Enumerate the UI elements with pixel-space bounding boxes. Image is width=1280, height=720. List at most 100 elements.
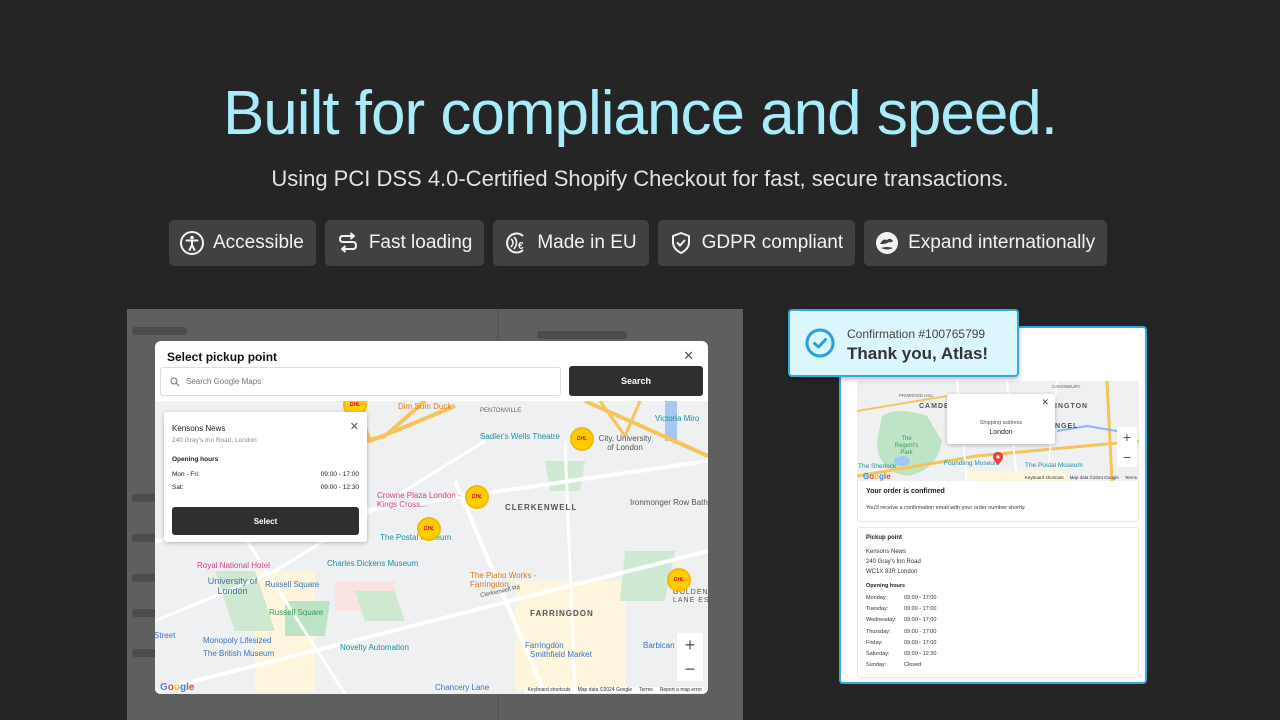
badge-label: Expand internationally xyxy=(908,232,1096,253)
badge-gdpr: GDPR compliant xyxy=(657,220,856,266)
pickup-address-line: Kensons News xyxy=(866,549,907,555)
map-label: CLERKENWELL xyxy=(505,503,578,512)
dhl-marker[interactable]: DHL xyxy=(417,517,441,541)
map-label: PRIMROSE HILL xyxy=(899,393,934,398)
shipping-address-popup: ✕ Shipping address London xyxy=(947,394,1055,444)
pickup-point-modal: Select pickup point ✕ Search Google Maps… xyxy=(155,341,708,694)
map-attribution: Keyboard shortcuts Map data ©2024 Google… xyxy=(1025,475,1137,480)
map-label: FARRINGDON xyxy=(530,609,594,618)
zoom-out-button[interactable]: − xyxy=(1117,447,1137,467)
map-label: Dim Sum Duck xyxy=(398,402,452,411)
hours-row: Wednesday: 09:00 - 17:00 xyxy=(866,617,937,623)
dhl-marker[interactable]: DHL xyxy=(465,485,489,509)
map-label: CAMDE xyxy=(919,403,950,410)
badge-label: Fast loading xyxy=(368,232,473,253)
map-label: Russell Square xyxy=(265,580,320,589)
hero-subtitle: Using PCI DSS 4.0-Certified Shopify Chec… xyxy=(271,166,1009,191)
badge-fast-loading: Fast loading xyxy=(324,220,485,266)
dhl-marker[interactable]: DHL xyxy=(667,568,691,592)
map-label: The British Museum xyxy=(203,649,275,658)
map-label: INGTON xyxy=(1055,403,1089,410)
svg-text:€: € xyxy=(518,241,524,252)
map-label: Monopoly Lifesized xyxy=(203,636,272,645)
map-label: The Regent's Park xyxy=(894,436,919,456)
pickup-info-card: Kensons News 240 Gray's Inn Road, London… xyxy=(164,412,367,542)
close-icon[interactable]: ✕ xyxy=(350,420,359,433)
eu-icon: € xyxy=(506,232,524,254)
hours-row: Sat: 09:00 - 12:30 xyxy=(172,484,359,491)
map-label: NGEL xyxy=(1055,423,1079,430)
zoom-in-button[interactable]: + xyxy=(1117,427,1137,447)
fast-loading-icon xyxy=(338,232,357,253)
section-title: Your order is confirmed xyxy=(866,488,945,495)
map-label: Russell Square xyxy=(269,608,324,617)
map-label: Victoria Miro xyxy=(655,414,700,423)
shipping-map[interactable]: CAMDE INGTON NGEL PRIMROSE HILL CANONBUR… xyxy=(857,381,1139,481)
map-data-text: Map data ©2024 Google xyxy=(1069,475,1119,480)
map-label: City, University of London xyxy=(598,434,652,452)
map-search-input[interactable] xyxy=(186,377,526,386)
badge-made-in-eu: € Made in EU xyxy=(493,220,649,266)
modal-title: Select pickup point xyxy=(167,350,278,364)
map-label: Barbican xyxy=(643,641,675,650)
pickup-point-section: Pickup point Kensons News 240 Gray's Inn… xyxy=(857,527,1139,678)
badge-expand: Expand internationally xyxy=(864,220,1108,266)
opening-hours-label: Opening hours xyxy=(172,456,219,463)
map-label: Smithfield Market xyxy=(530,650,592,659)
opening-hours-label: Opening hours xyxy=(866,583,906,589)
hours-row: Saturday: 09:00 - 12:30 xyxy=(866,651,937,657)
keyboard-shortcuts-link[interactable]: Keyboard shortcuts xyxy=(527,687,570,693)
dhl-marker[interactable]: DHL xyxy=(570,427,594,451)
search-icon xyxy=(170,377,180,386)
map-label: Ironmonger Row Bath xyxy=(630,498,708,507)
map-data-text: Map data ©2024 Google xyxy=(577,687,633,693)
thank-you-message: Thank you, Atlas! xyxy=(847,344,989,363)
hours-row: Tuesday: 09:00 - 17:00 xyxy=(866,606,937,612)
map-label: Royal National Hotel xyxy=(197,561,270,570)
page: Built for compliance and speed. Using PC… xyxy=(0,0,1280,720)
hero-title: Built for compliance and speed. xyxy=(222,79,1058,148)
hours-row: Friday: 09:00 - 17:00 xyxy=(866,640,937,646)
accessibility-icon xyxy=(180,231,204,255)
globe-icon xyxy=(876,232,899,254)
confirmation-number: Confirmation #100765799 xyxy=(847,327,986,341)
order-confirmation-card: CAMDE INGTON NGEL PRIMROSE HILL CANONBUR… xyxy=(839,326,1147,684)
check-circle-icon xyxy=(805,328,835,358)
badge-label: GDPR compliant xyxy=(701,232,844,253)
section-text: You'll receive a confirmation email with… xyxy=(866,505,1026,511)
map-label: Sadler's Wells Theatre xyxy=(480,432,560,441)
select-button[interactable]: Select xyxy=(172,507,359,535)
report-error-link[interactable]: Report a map error xyxy=(660,687,702,693)
section-title: Pickup point xyxy=(866,535,902,541)
map-label: The Postal Museum xyxy=(380,533,452,542)
badge-label: Made in EU xyxy=(537,232,637,253)
map-attribution: Keyboard shortcuts Map data ©2024 Google… xyxy=(525,687,704,693)
zoom-in-button[interactable]: + xyxy=(677,633,703,657)
keyboard-shortcuts-link[interactable]: Keyboard shortcuts xyxy=(1025,475,1064,480)
close-icon[interactable]: ✕ xyxy=(683,348,694,364)
map-label: Street xyxy=(155,631,176,640)
map-search-field[interactable] xyxy=(160,367,561,396)
map-label: Charles Dickens Museum xyxy=(327,559,419,568)
location-pin-icon xyxy=(993,452,1003,465)
pickup-address: 240 Gray's Inn Road, London xyxy=(172,437,257,444)
badge-accessible: Accessible xyxy=(169,220,316,266)
terms-link[interactable]: Terms xyxy=(1125,475,1137,480)
search-button[interactable]: Search xyxy=(569,366,703,396)
badge-label: Accessible xyxy=(213,232,304,253)
popup-title: Shipping address xyxy=(979,420,1023,426)
pickup-map[interactable]: Dim Sum Duck PENTONVILLE Victoria Miro S… xyxy=(155,401,708,694)
map-label: Foundling Museum xyxy=(944,460,1000,467)
hours-row: Sunday: Closed xyxy=(866,662,922,668)
hours-row: Thursday: 09:00 - 17:00 xyxy=(866,629,937,635)
order-confirmed-section: Your order is confirmed You'll receive a… xyxy=(857,481,1139,522)
terms-link[interactable]: Terms xyxy=(639,687,653,693)
map-label: PENTONVILLE xyxy=(480,408,522,414)
hours-row: Mon - Fri: 09:00 - 17:00 xyxy=(172,471,359,478)
shield-check-icon xyxy=(671,232,690,254)
map-label: Farringdon xyxy=(525,641,564,650)
hours-row: Monday: 09:00 - 17:00 xyxy=(866,595,937,601)
zoom-out-button[interactable]: − xyxy=(677,657,703,681)
close-icon[interactable]: ✕ xyxy=(1041,397,1049,408)
map-label: The Sherlock xyxy=(858,463,897,470)
